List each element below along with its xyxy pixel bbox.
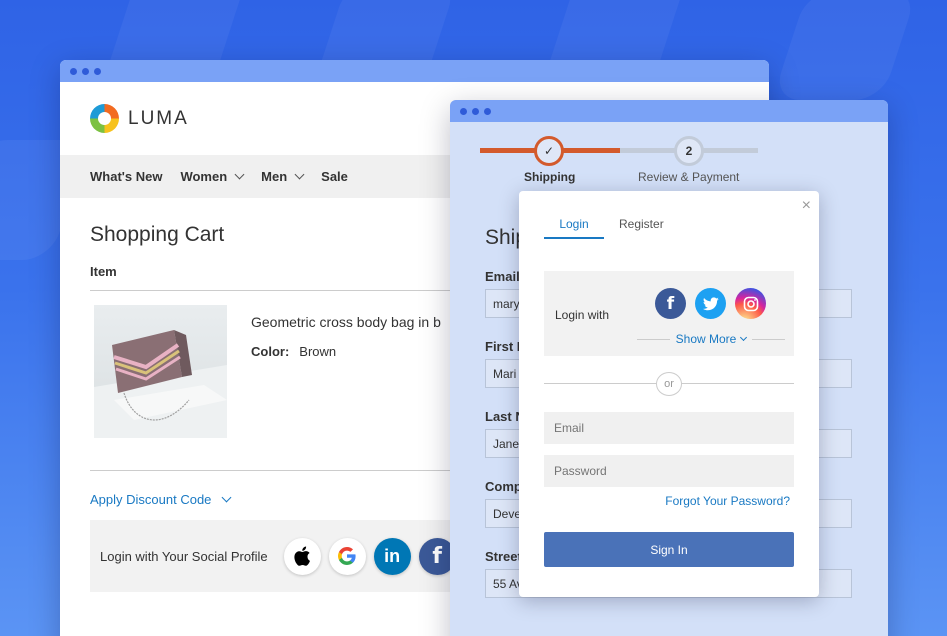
store-logo-text[interactable]: LUMA [128,108,189,130]
social-login-box: Login with f Show More [544,271,794,356]
login-with-label: Login with [555,308,610,322]
check-icon: ✓ [543,144,555,158]
window-dot [460,107,467,115]
chevron-down-icon [740,333,748,342]
nav-item-sale[interactable]: Sale [321,169,348,184]
window-dot [484,107,491,115]
chevron-down-icon [234,169,245,180]
color-value: Brown [299,344,337,359]
tab-login[interactable]: Login [544,217,604,239]
facebook-icon[interactable]: f [655,288,686,319]
apple-icon[interactable] [283,537,321,575]
divider [637,338,670,340]
product-image[interactable] [94,305,227,438]
instagram-icon[interactable] [735,288,766,319]
window-dot [94,67,101,75]
show-more-toggle[interactable]: Show More [637,332,786,346]
nav-label: What's New [90,169,163,184]
or-divider: or [544,372,794,396]
nav-item-whats-new[interactable]: What's New [90,169,162,184]
color-label: Color: [251,344,290,359]
street-label: Street [485,549,522,564]
divider [90,470,470,471]
email-label: Email [485,269,520,284]
step-shipping-label[interactable]: Shipping [524,170,575,184]
or-label: or [656,372,682,396]
luma-logo-icon[interactable] [90,104,119,133]
divider [90,290,470,291]
nav-label: Men [261,169,288,184]
social-login-label: Login with Your Social Profile [100,548,268,564]
chevron-down-icon [221,492,232,503]
step-number: 2 [685,144,693,158]
nav-item-women[interactable]: Women [180,169,245,184]
sign-in-button[interactable]: Sign In [544,532,794,567]
show-more-label: Show More [675,332,737,346]
close-icon[interactable]: × [802,197,811,215]
google-icon[interactable] [328,537,366,575]
window-dot [70,67,77,75]
product-name-link[interactable]: Geometric cross body bag in b [251,314,441,330]
apply-discount-toggle[interactable]: Apply Discount Code [90,492,232,507]
discount-label: Apply Discount Code [90,492,212,507]
step-shipping-marker[interactable]: ✓ [534,136,564,166]
nav-label: Sale [321,169,348,184]
tab-register[interactable]: Register [619,217,664,231]
forgot-password-link[interactable]: Forgot Your Password? [665,494,790,508]
product-color: Color: Brown [251,344,336,359]
divider [752,338,786,340]
background-shape [772,0,918,100]
step-review-label[interactable]: Review & Payment [638,170,739,184]
window-titlebar [450,100,888,122]
page-title: Shopping Cart [90,223,225,246]
nav-item-men[interactable]: Men [261,169,305,184]
nav-label: Women [180,169,228,184]
twitter-icon[interactable] [695,288,726,319]
bag-illustration [94,330,227,438]
password-input[interactable] [544,455,794,487]
email-input[interactable] [544,412,794,444]
item-column-header: Item [90,264,117,279]
window-titlebar [60,60,769,82]
login-modal: × Login Register Login with f Show More … [519,191,819,597]
step-review-marker[interactable]: 2 [674,136,704,166]
window-dot [82,67,89,75]
window-dot [472,107,479,115]
social-login-box: Login with Your Social Profile in f [90,520,470,592]
chevron-down-icon [294,169,305,180]
linkedin-icon[interactable]: in [373,537,411,575]
company-label: Comp [485,479,522,494]
